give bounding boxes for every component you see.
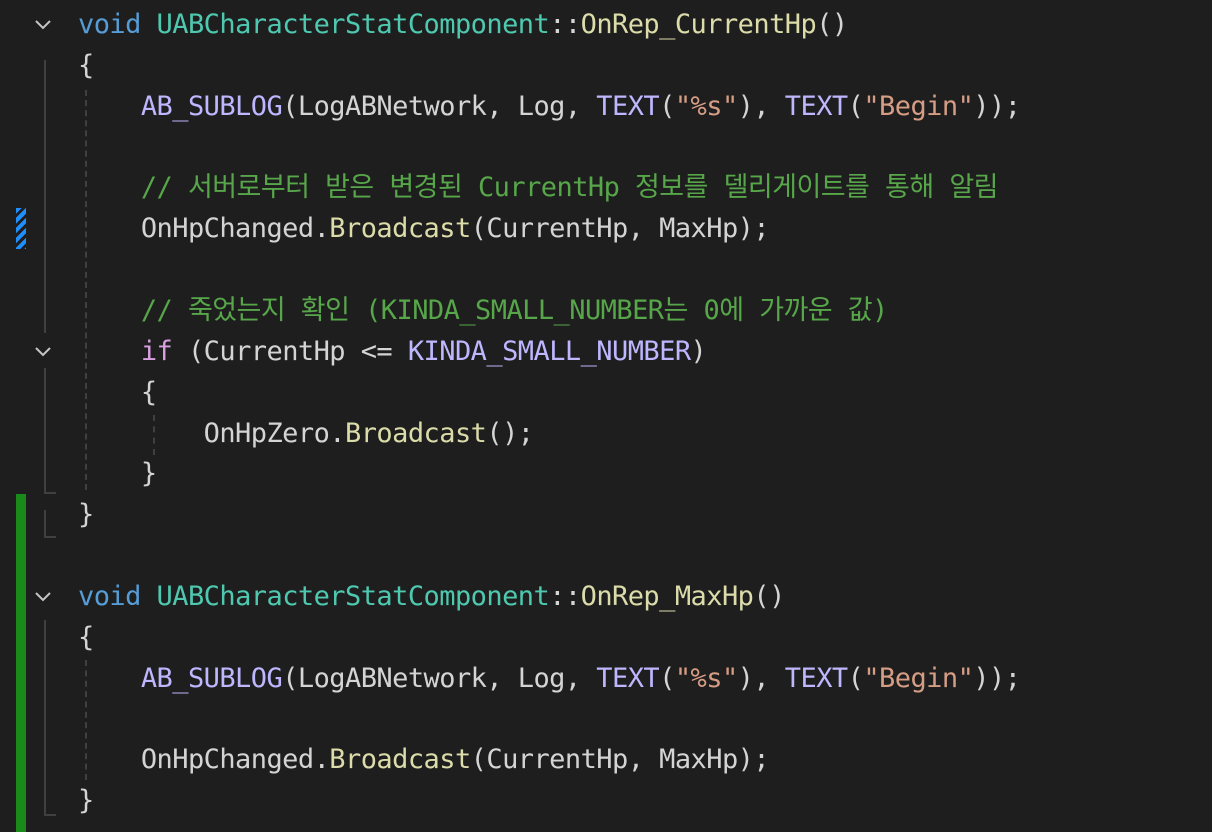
code-text: OnHpZero.Broadcast(); (78, 413, 534, 454)
code-token: OnHpZero. (78, 417, 346, 449)
code-token: // 죽었는지 확인 (KINDA_SMALL_NUMBER는 0에 가까운 값… (140, 294, 888, 326)
code-token: KINDA_SMALL_NUMBER (407, 335, 691, 367)
code-token: AB_SUBLOG (140, 90, 283, 122)
fold-chevron-icon[interactable] (30, 12, 56, 38)
code-token: Broadcast (329, 213, 471, 245)
code-token: "Begin" (863, 90, 974, 122)
code-line[interactable]: { (0, 617, 1212, 658)
code-line[interactable]: // 죽었는지 확인 (KINDA_SMALL_NUMBER는 0에 가까운 값… (0, 290, 1212, 331)
code-token: } (78, 458, 157, 490)
code-token: ) (690, 335, 707, 367)
code-token: } (78, 785, 94, 817)
code-line[interactable]: // 서버로부터 받은 변경된 CurrentHp 정보를 델리게이트를 통해 … (0, 167, 1212, 208)
code-text: if (CurrentHp <= KINDA_SMALL_NUMBER) (78, 331, 707, 372)
code-line[interactable]: { (0, 45, 1212, 86)
code-token: () (816, 9, 848, 40)
code-token: ( (659, 662, 675, 694)
code-text: } (78, 780, 94, 821)
code-text: { (78, 45, 94, 86)
fold-chevron-icon[interactable] (30, 339, 56, 365)
code-token: (LogABNetwork, Log, (282, 662, 597, 694)
code-token: (LogABNetwork, Log, (282, 90, 597, 122)
code-token: :: (549, 9, 581, 40)
code-token: UABCharacterStatComponent (156, 9, 550, 40)
code-text: AB_SUBLOG(LogABNetwork, Log, TEXT("%s"),… (78, 658, 1021, 699)
code-token: TEXT (596, 90, 660, 122)
code-token: (CurrentHp <= (172, 335, 408, 367)
code-token: if (140, 335, 173, 367)
code-token: void (78, 580, 141, 612)
code-token: Broadcast (345, 417, 487, 449)
code-token: ( (847, 90, 864, 122)
code-line[interactable]: OnHpZero.Broadcast(); (0, 413, 1212, 454)
code-line[interactable]: { (0, 372, 1212, 413)
code-text: OnHpChanged.Broadcast(CurrentHp, MaxHp); (78, 208, 770, 249)
code-token: { (78, 376, 157, 408)
code-line[interactable] (0, 249, 1212, 290)
code-token: "%s" (674, 662, 738, 694)
code-token: (CurrentHp, MaxHp); (470, 744, 770, 776)
code-token: (CurrentHp, MaxHp); (470, 213, 770, 245)
code-line[interactable]: } (0, 453, 1212, 494)
code-line[interactable]: AB_SUBLOG(LogABNetwork, Log, TEXT("%s"),… (0, 658, 1212, 699)
code-line[interactable] (0, 127, 1212, 168)
code-token: )); (973, 662, 1021, 694)
code-text: { (78, 617, 94, 658)
code-token: ), (737, 90, 785, 122)
code-line[interactable] (0, 535, 1212, 576)
code-token: :: (549, 580, 581, 612)
code-line[interactable]: OnHpChanged.Broadcast(CurrentHp, MaxHp); (0, 208, 1212, 249)
code-line[interactable]: void UABCharacterStatComponent::OnRep_Cu… (0, 4, 1212, 45)
code-line[interactable]: OnHpChanged.Broadcast(CurrentHp, MaxHp); (0, 739, 1212, 780)
code-text: } (78, 453, 157, 494)
code-token: OnRep_MaxHp (580, 580, 754, 612)
code-token: // 서버로부터 받은 변경된 CurrentHp 정보를 델리게이트를 통해 … (140, 172, 999, 204)
code-token: UABCharacterStatComponent (156, 580, 550, 612)
code-text: // 서버로부터 받은 변경된 CurrentHp 정보를 델리게이트를 통해 … (78, 167, 999, 208)
code-line[interactable] (0, 698, 1212, 739)
code-token: "Begin" (863, 662, 974, 694)
code-text: OnHpChanged.Broadcast(CurrentHp, MaxHp); (78, 739, 770, 780)
code-token: void (78, 9, 141, 40)
code-token: ( (847, 662, 864, 694)
code-token: OnHpChanged. (78, 744, 330, 776)
code-token: Broadcast (329, 744, 471, 776)
code-token: { (78, 621, 94, 653)
code-token: TEXT (784, 90, 848, 122)
code-token: OnHpChanged. (78, 213, 330, 245)
code-text: void UABCharacterStatComponent::OnRep_Ma… (78, 576, 785, 617)
code-token: "%s" (674, 90, 738, 122)
code-token: } (78, 499, 94, 531)
code-token: )); (973, 90, 1021, 122)
code-token: { (78, 49, 94, 81)
code-line[interactable]: void UABCharacterStatComponent::OnRep_Ma… (0, 576, 1212, 617)
code-text: // 죽었는지 확인 (KINDA_SMALL_NUMBER는 0에 가까운 값… (78, 290, 888, 331)
code-text: } (78, 494, 94, 535)
code-token: AB_SUBLOG (140, 662, 283, 694)
code-token: OnRep_CurrentHp (580, 9, 817, 40)
code-text: { (78, 372, 157, 413)
code-token: TEXT (596, 662, 660, 694)
code-token: ( (659, 90, 675, 122)
code-token: (); (486, 417, 534, 449)
fold-chevron-icon[interactable] (30, 584, 56, 610)
code-text: void UABCharacterStatComponent::OnRep_Cu… (78, 4, 848, 45)
code-text: AB_SUBLOG(LogABNetwork, Log, TEXT("%s"),… (78, 86, 1021, 127)
code-line[interactable]: } (0, 780, 1212, 821)
code-token: TEXT (784, 662, 848, 694)
code-line[interactable]: } (0, 494, 1212, 535)
code-token: ), (737, 662, 785, 694)
code-token: () (753, 580, 785, 612)
code-editor[interactable]: void UABCharacterStatComponent::OnRep_Cu… (0, 0, 1212, 832)
code-line[interactable]: AB_SUBLOG(LogABNetwork, Log, TEXT("%s"),… (0, 86, 1212, 127)
code-line[interactable]: if (CurrentHp <= KINDA_SMALL_NUMBER) (0, 331, 1212, 372)
